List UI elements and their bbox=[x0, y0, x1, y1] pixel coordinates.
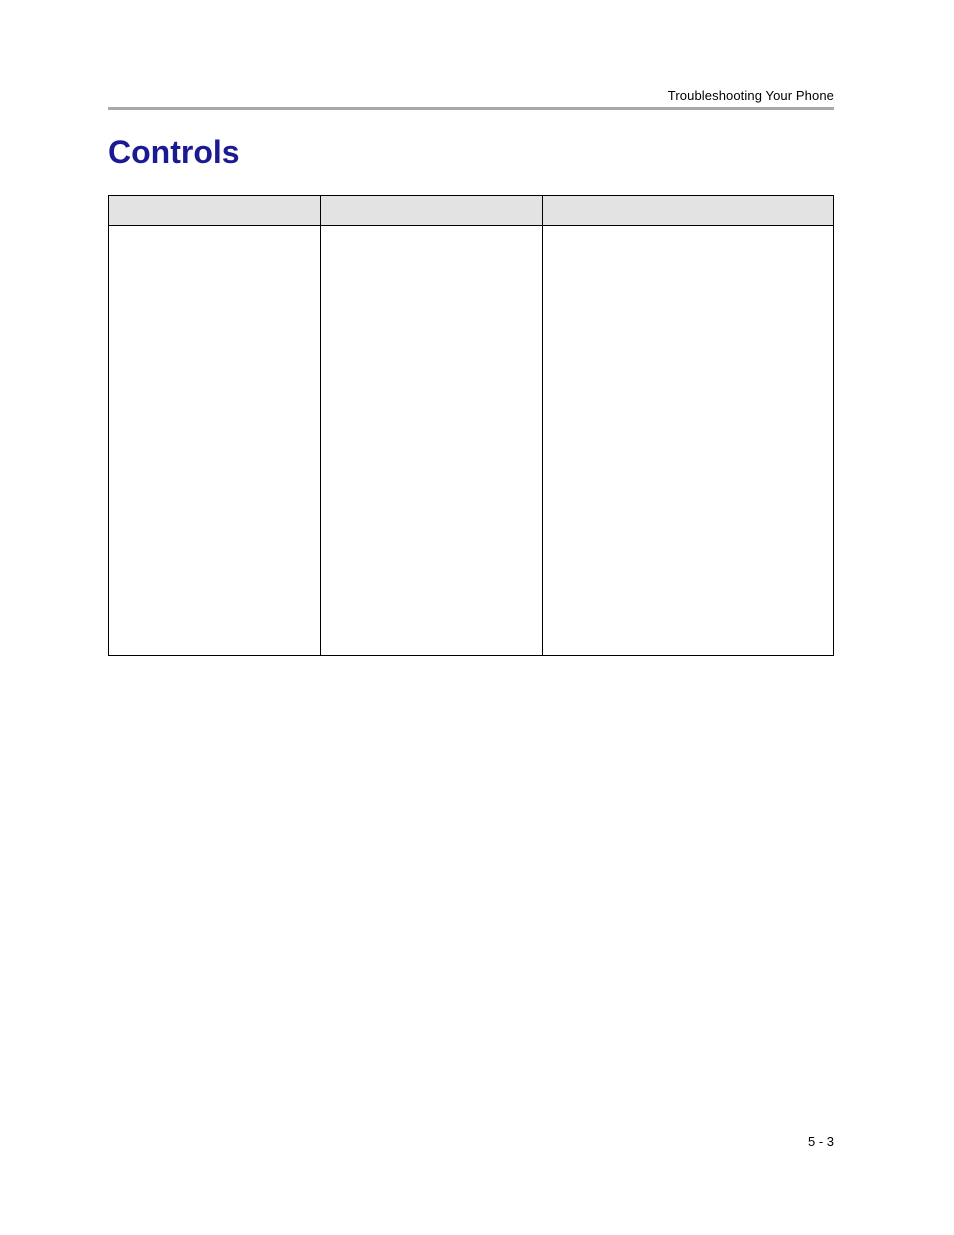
table-cell bbox=[321, 226, 543, 656]
table-row bbox=[109, 226, 834, 656]
page-number: 5 - 3 bbox=[808, 1134, 834, 1149]
document-page: Troubleshooting Your Phone Controls 5 - … bbox=[0, 0, 954, 1235]
section-title: Controls bbox=[108, 134, 834, 171]
table-header-cell bbox=[543, 196, 834, 226]
troubleshooting-table bbox=[108, 195, 834, 656]
table-header-row bbox=[109, 196, 834, 226]
table-header-cell bbox=[321, 196, 543, 226]
running-header: Troubleshooting Your Phone bbox=[108, 88, 834, 103]
table-cell bbox=[543, 226, 834, 656]
table-cell bbox=[109, 226, 321, 656]
table-header-cell bbox=[109, 196, 321, 226]
header-divider bbox=[108, 107, 834, 110]
